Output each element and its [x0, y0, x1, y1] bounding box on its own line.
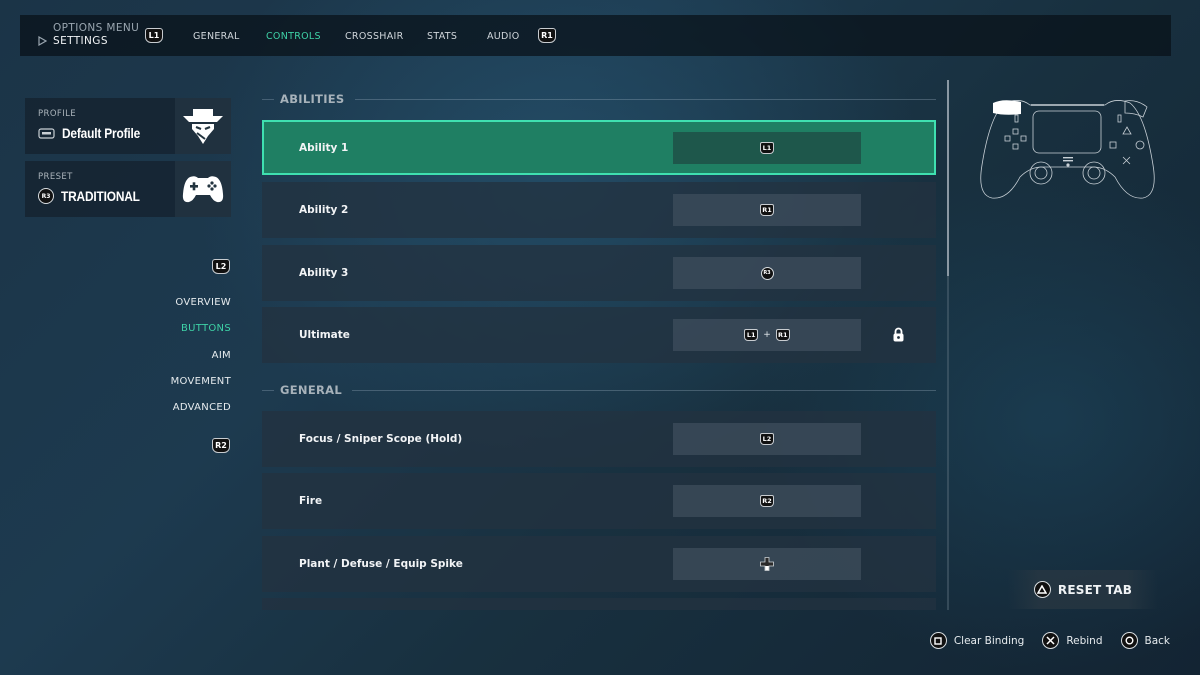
r1-button-icon: R1 [760, 204, 774, 216]
l1-tab-prev-button[interactable]: L1 [145, 28, 163, 43]
sidenav: OVERVIEW BUTTONS AIM MOVEMENT ADVANCED [171, 290, 231, 421]
binding-row-ultimate[interactable]: Ultimate L1 + R1 [262, 307, 936, 363]
plus-separator: + [763, 330, 771, 340]
tab-general[interactable]: GENERAL [193, 31, 240, 42]
binding-name: Fire [299, 495, 323, 507]
preset-label: PRESET [38, 172, 73, 182]
tab-audio[interactable]: AUDIO [487, 31, 520, 42]
circle-button-icon [1120, 632, 1138, 649]
binding-row-ability-1[interactable]: Ability 1 L1 [262, 120, 936, 175]
binding-name: Plant / Defuse / Equip Spike [299, 558, 463, 570]
section-title: ABILITIES [280, 92, 345, 106]
rebind-label: Rebind [1066, 634, 1103, 647]
tab-crosshair[interactable]: CROSSHAIR [345, 31, 404, 42]
binding-slot[interactable]: L2 [673, 423, 861, 455]
binding-row-plant-defuse[interactable]: Plant / Defuse / Equip Spike [262, 536, 936, 592]
preset-icon-box [175, 161, 231, 217]
sidenav-item-movement[interactable]: MOVEMENT [171, 369, 231, 395]
binding-row-focus-sniper-scope[interactable]: Focus / Sniper Scope (Hold) L2 [262, 411, 936, 467]
section-header-general: GENERAL [262, 383, 936, 397]
binding-row-ability-3[interactable]: Ability 3 R3 [262, 245, 936, 301]
reset-tab-button[interactable]: RESET TAB [1008, 570, 1158, 609]
gamepad-icon [182, 176, 224, 203]
binding-slot[interactable]: L1 + R1 [673, 319, 861, 351]
footer-actions: Clear Binding Rebind Back [929, 632, 1171, 649]
r1-button-icon: R1 [775, 329, 790, 341]
reset-tab-label: RESET TAB [1057, 582, 1133, 597]
section-header-abilities: ABILITIES [262, 92, 936, 106]
preset-card[interactable]: PRESET R3 TRADITIONAL [25, 161, 231, 217]
back-label: Back [1144, 634, 1171, 647]
binding-slot[interactable]: R1 [673, 194, 861, 226]
preset-value: TRADITIONAL [61, 188, 140, 204]
binding-slot[interactable] [673, 548, 861, 580]
binding-name: Ability 1 [299, 142, 349, 154]
sidenav-item-overview[interactable]: OVERVIEW [171, 290, 231, 316]
controller-diagram [980, 100, 1155, 199]
scrollbar-track[interactable] [947, 80, 949, 610]
keyboard-profile-icon [38, 127, 55, 139]
binding-row-partial[interactable] [262, 598, 936, 610]
sidenav-item-buttons[interactable]: BUTTONS [171, 316, 231, 342]
binding-name: Ultimate [299, 329, 350, 341]
binding-row-fire[interactable]: Fire R2 [262, 473, 936, 529]
play-arrow-icon [38, 36, 47, 46]
binding-name: Ability 3 [299, 267, 349, 279]
clear-binding-button[interactable]: Clear Binding [929, 632, 1025, 649]
binding-name: Ability 2 [299, 204, 349, 216]
breadcrumb: OPTIONS MENU SETTINGS [38, 22, 139, 47]
binding-slot[interactable]: R2 [673, 485, 861, 517]
l1-button-icon: L1 [760, 142, 774, 154]
dpad-down-icon [760, 557, 774, 571]
sidenav-item-aim[interactable]: AIM [171, 343, 231, 369]
r1-tab-next-button[interactable]: R1 [538, 28, 556, 43]
r2-button-icon: R2 [760, 495, 774, 507]
sidenav-item-advanced[interactable]: ADVANCED [171, 395, 231, 421]
scrollbar-thumb[interactable] [947, 80, 949, 277]
binding-row-ability-2[interactable]: Ability 2 R1 [262, 182, 936, 238]
triangle-button-icon [1033, 581, 1051, 598]
binding-name: Focus / Sniper Scope (Hold) [299, 433, 463, 445]
tab-stats[interactable]: STATS [427, 31, 457, 42]
breadcrumb-parent[interactable]: OPTIONS MENU [53, 22, 139, 34]
profile-label: PROFILE [38, 109, 77, 119]
profile-value: Default Profile [62, 125, 141, 141]
l2-button-icon: L2 [760, 433, 774, 445]
binding-slot[interactable]: L1 [673, 132, 861, 164]
profile-icon-box [175, 98, 231, 154]
r3-button-icon: R3 [38, 188, 54, 204]
profile-card[interactable]: PROFILE Default Profile [25, 98, 231, 154]
r2-subtab-next-button[interactable]: R2 [212, 438, 230, 453]
breadcrumb-current: SETTINGS [53, 35, 108, 47]
rebind-button[interactable]: Rebind [1042, 632, 1103, 649]
agent-hat-icon [183, 109, 223, 144]
r3-button-icon: R3 [760, 266, 774, 280]
lock-icon [893, 327, 904, 342]
cross-button-icon [1042, 632, 1060, 649]
back-button[interactable]: Back [1120, 632, 1171, 649]
l1-button-icon: L1 [744, 329, 759, 341]
l2-subtab-prev-button[interactable]: L2 [212, 259, 230, 274]
binding-slot[interactable]: R3 [673, 257, 861, 289]
tab-controls[interactable]: CONTROLS [266, 31, 321, 42]
clear-binding-label: Clear Binding [953, 634, 1025, 647]
square-button-icon [929, 632, 947, 649]
section-title: GENERAL [280, 383, 342, 397]
